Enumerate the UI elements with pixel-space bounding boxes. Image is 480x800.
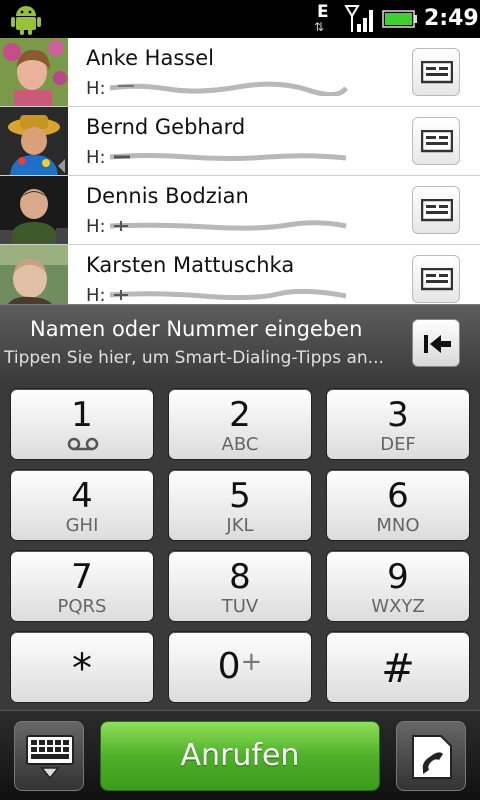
backspace-icon bbox=[424, 335, 451, 353]
key-8[interactable]: 8 TUV bbox=[168, 550, 312, 622]
key-digit: 3 bbox=[387, 395, 409, 435]
key-7[interactable]: 7 PQRS bbox=[10, 550, 154, 622]
contact-avatar bbox=[0, 38, 68, 106]
key-0[interactable]: 0+ bbox=[168, 631, 312, 703]
redacted-phone-number bbox=[109, 220, 347, 231]
contact-card-icon bbox=[421, 199, 453, 222]
phone-type-label: H: bbox=[86, 147, 106, 168]
key-6[interactable]: 6 MNO bbox=[326, 469, 470, 541]
key-digit: 4 bbox=[71, 476, 93, 516]
key-digit: 2 bbox=[229, 395, 251, 435]
contact-avatar bbox=[0, 245, 68, 304]
key-plus: + bbox=[240, 647, 263, 677]
key-digit: 1 bbox=[71, 395, 93, 435]
contact-card-icon bbox=[421, 268, 453, 291]
contact-row[interactable]: Karsten Mattuschka H: bbox=[0, 245, 480, 304]
key-letters: ABC bbox=[221, 434, 259, 455]
key-9[interactable]: 9 WXYZ bbox=[326, 550, 470, 622]
contact-card-button[interactable] bbox=[412, 255, 460, 303]
key-digit: 6 bbox=[387, 476, 409, 516]
key-digit: 8 bbox=[229, 557, 251, 597]
contact-avatar bbox=[0, 176, 68, 244]
voicemail-icon bbox=[67, 437, 99, 451]
contact-card-button[interactable] bbox=[412, 186, 460, 234]
status-bar: E ⇅ 2:49 bbox=[0, 0, 480, 38]
number-input-field[interactable]: Namen oder Nummer eingeben bbox=[30, 317, 362, 341]
key-1[interactable]: 1 bbox=[10, 388, 154, 460]
key-letters: GHI bbox=[65, 515, 99, 536]
call-button[interactable]: Anrufen bbox=[100, 721, 380, 791]
data-arrows-icon: ⇅ bbox=[314, 20, 324, 34]
key-2[interactable]: 2 ABC bbox=[168, 388, 312, 460]
android-icon bbox=[11, 6, 41, 35]
call-history-button[interactable] bbox=[396, 721, 466, 791]
key-4[interactable]: 4 GHI bbox=[10, 469, 154, 541]
phone-type-label: H: bbox=[86, 285, 106, 304]
contact-name: Anke Hassel bbox=[86, 46, 214, 70]
key-5[interactable]: 5 JKL bbox=[168, 469, 312, 541]
key-digit: 5 bbox=[229, 476, 251, 516]
contact-row[interactable]: Bernd Gebhard H: bbox=[0, 107, 480, 176]
quick-contact-indicator bbox=[58, 159, 65, 173]
phone-type-label: H: bbox=[86, 216, 106, 237]
network-type-indicator: E ⇅ bbox=[313, 2, 335, 36]
key-hash[interactable]: # bbox=[326, 631, 470, 703]
signal-icon bbox=[344, 5, 373, 32]
contact-card-button[interactable] bbox=[412, 48, 460, 96]
redacted-phone-number bbox=[109, 81, 348, 96]
key-digit: * bbox=[72, 646, 92, 692]
dialer-action-bar: Anrufen bbox=[0, 710, 480, 800]
status-clock: 2:49 bbox=[424, 6, 479, 31]
key-digit: 7 bbox=[71, 557, 93, 597]
contact-name: Dennis Bodzian bbox=[86, 184, 249, 208]
key-digit: 0 bbox=[217, 646, 241, 687]
key-letters: TUV bbox=[221, 596, 259, 617]
hide-keypad-button[interactable] bbox=[14, 721, 84, 791]
call-button-label: Anrufen bbox=[180, 738, 300, 773]
key-letters: JKL bbox=[226, 515, 254, 536]
contact-name: Bernd Gebhard bbox=[86, 115, 246, 139]
key-star[interactable]: * bbox=[10, 631, 154, 703]
smart-dialing-tip[interactable]: Tippen Sie hier, um Smart-Dialing-Tipps … bbox=[4, 348, 384, 368]
number-input-bar[interactable]: Namen oder Nummer eingeben Tippen Sie hi… bbox=[0, 304, 480, 380]
battery-icon bbox=[382, 10, 417, 28]
key-3[interactable]: 3 DEF bbox=[326, 388, 470, 460]
backspace-button[interactable] bbox=[412, 319, 460, 367]
key-digit: 9 bbox=[387, 557, 409, 597]
network-type-label: E bbox=[317, 2, 329, 22]
dial-keypad: 1 2 ABC 3 DEF 4 GHI 5 JKL 6 MNO 7 PQRS 8… bbox=[0, 380, 480, 710]
contact-row[interactable]: Dennis Bodzian H: bbox=[0, 176, 480, 245]
contact-card-icon bbox=[421, 61, 453, 84]
redacted-phone-number bbox=[109, 288, 347, 301]
key-letters: WXYZ bbox=[371, 596, 425, 617]
key-letters: DEF bbox=[380, 434, 416, 455]
contact-suggestion-list[interactable]: Anke Hassel H: Bernd Gebhard H: Dennis B… bbox=[0, 38, 480, 304]
contact-name: Karsten Mattuschka bbox=[86, 253, 295, 277]
key-letters: MNO bbox=[376, 515, 420, 536]
contact-card-button[interactable] bbox=[412, 117, 460, 165]
key-digit: # bbox=[381, 646, 415, 692]
redacted-phone-number bbox=[109, 153, 347, 161]
key-zero-label: 0+ bbox=[169, 646, 311, 687]
contact-card-icon bbox=[421, 130, 453, 153]
phone-type-label: H: bbox=[86, 78, 106, 99]
keyboard-icon bbox=[26, 735, 74, 780]
contact-row[interactable]: Anke Hassel H: bbox=[0, 38, 480, 107]
phone-card-icon bbox=[412, 735, 452, 779]
key-letters: PQRS bbox=[57, 596, 107, 617]
